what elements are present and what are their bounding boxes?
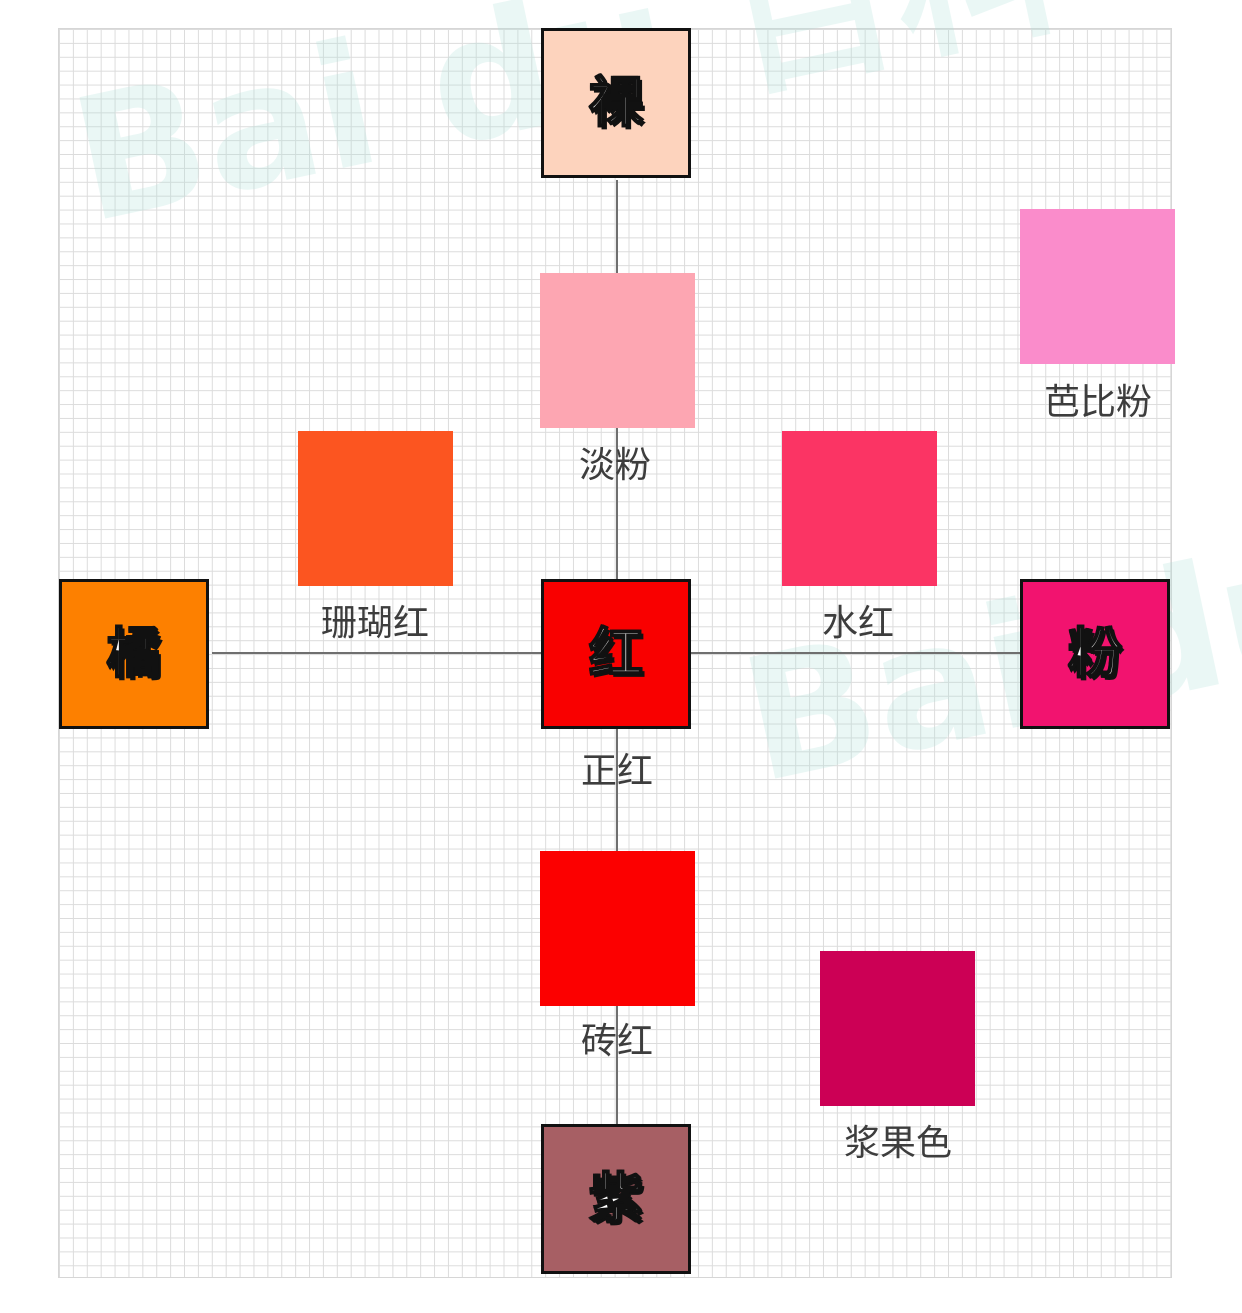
hub-purple: 紫 bbox=[541, 1124, 691, 1274]
swatch-berry bbox=[820, 951, 975, 1106]
hub-orange: 橘 bbox=[59, 579, 209, 729]
color-chart: Bai du 百科 Bai du 百科 淡粉 芭比粉 珊瑚红 水红 正红 砖红 … bbox=[0, 0, 1242, 1313]
swatch-light-pink-label: 淡粉 bbox=[578, 445, 651, 486]
swatch-barbie-pink-label: 芭比粉 bbox=[1043, 382, 1152, 423]
hub-orange-label: 橘 bbox=[106, 622, 162, 685]
swatch-light-pink bbox=[540, 273, 695, 428]
hub-pink: 粉 bbox=[1020, 579, 1170, 729]
swatch-coral-red-label: 珊瑚红 bbox=[320, 603, 429, 644]
hub-pink-label: 粉 bbox=[1067, 622, 1123, 685]
hub-red-label: 红 bbox=[588, 622, 644, 685]
hub-nude: 裸 bbox=[541, 28, 691, 178]
swatch-coral-red bbox=[298, 431, 453, 586]
swatch-true-red-label: 正红 bbox=[580, 751, 653, 792]
hub-purple-label: 紫 bbox=[588, 1167, 644, 1230]
swatch-water-red bbox=[782, 431, 937, 586]
hub-red: 红 bbox=[541, 579, 691, 729]
swatch-barbie-pink bbox=[1020, 209, 1175, 364]
swatch-brick-red bbox=[540, 851, 695, 1006]
hub-nude-label: 裸 bbox=[588, 71, 644, 134]
swatch-berry-label: 浆果色 bbox=[843, 1123, 952, 1164]
swatch-water-red-label: 水红 bbox=[821, 603, 894, 644]
swatch-brick-red-label: 砖红 bbox=[580, 1021, 653, 1062]
